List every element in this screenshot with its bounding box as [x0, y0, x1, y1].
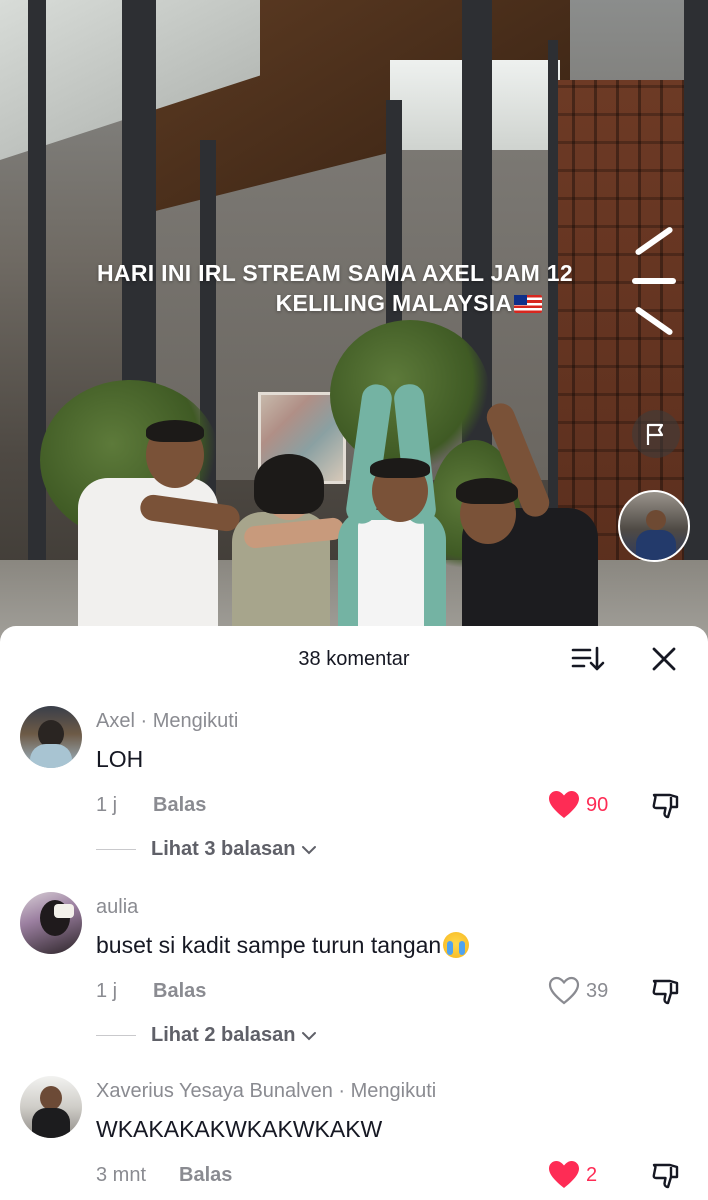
comments-header: 38 komentar: [0, 626, 708, 692]
like-count: 90: [586, 793, 609, 816]
caption-line-1: HARI INI IRL STREAM SAMA AXEL JAM 12: [97, 260, 573, 286]
sparkle-lines-icon: [632, 225, 682, 337]
avatar[interactable]: [20, 1076, 82, 1138]
video-caption: HARI INI IRL STREAM SAMA AXEL JAM 12 KEL…: [0, 258, 650, 318]
creator-avatar-bubble[interactable]: [618, 490, 690, 562]
dislike-button[interactable]: [650, 790, 682, 822]
thumbs-down-icon: [652, 1163, 679, 1189]
comment-text: buset si kadit sampe turun tangan: [96, 932, 470, 959]
thumbs-down-icon: [652, 979, 679, 1005]
comment-text: WKAKAKAKWKAKWKAKW: [96, 1116, 383, 1142]
comment-time: 1 j: [96, 980, 118, 1002]
sort-button[interactable]: [570, 643, 606, 675]
comment-time: 1 j: [96, 794, 118, 816]
thumbs-down-icon: [652, 793, 679, 819]
heart-filled-icon: [549, 791, 579, 818]
view-replies-button[interactable]: Lihat 2 balasan: [96, 1024, 318, 1047]
like-count: 39: [586, 979, 609, 1002]
report-flag-button[interactable]: [632, 410, 680, 458]
close-button[interactable]: [648, 643, 680, 675]
heart-filled-icon: [549, 1161, 579, 1188]
avatar[interactable]: [20, 706, 82, 768]
comment-text: LOH: [96, 746, 144, 772]
like-count: 2: [586, 1163, 598, 1186]
caption-line-2: KELILING MALAYSIA: [0, 288, 650, 318]
dislike-button[interactable]: [650, 976, 682, 1008]
video-frame[interactable]: HARI INI IRL STREAM SAMA AXEL JAM 12 KEL…: [0, 0, 708, 650]
reply-button[interactable]: Balas: [179, 1164, 232, 1187]
comments-sheet: 38 komentar Axel · Mengikuti LOH 1 j Bal…: [0, 626, 708, 1200]
reply-button[interactable]: Balas: [153, 794, 206, 817]
avatar[interactable]: [20, 892, 82, 954]
chevron-down-icon: [301, 845, 316, 854]
flag-icon: [646, 423, 664, 445]
chevron-down-icon: [301, 1031, 316, 1040]
comment-author[interactable]: Axel · Mengikuti: [96, 710, 238, 733]
crying-face-icon: [443, 932, 470, 958]
like-button[interactable]: 2: [548, 1160, 597, 1190]
comment-time: 3 mnt: [96, 1164, 147, 1186]
sort-icon: [571, 646, 605, 671]
like-button[interactable]: 90: [548, 790, 608, 820]
dislike-button[interactable]: [650, 1160, 682, 1192]
comment-author[interactable]: aulia: [96, 896, 138, 919]
reply-button[interactable]: Balas: [153, 980, 206, 1003]
close-icon: [652, 647, 676, 671]
like-button[interactable]: 39: [548, 976, 608, 1006]
malaysia-flag-icon: [514, 295, 543, 313]
view-replies-button[interactable]: Lihat 3 balasan: [96, 838, 318, 861]
heart-outline-icon: [548, 976, 580, 1005]
comment-author[interactable]: Xaverius Yesaya Bunalven · Mengikuti: [96, 1080, 436, 1103]
